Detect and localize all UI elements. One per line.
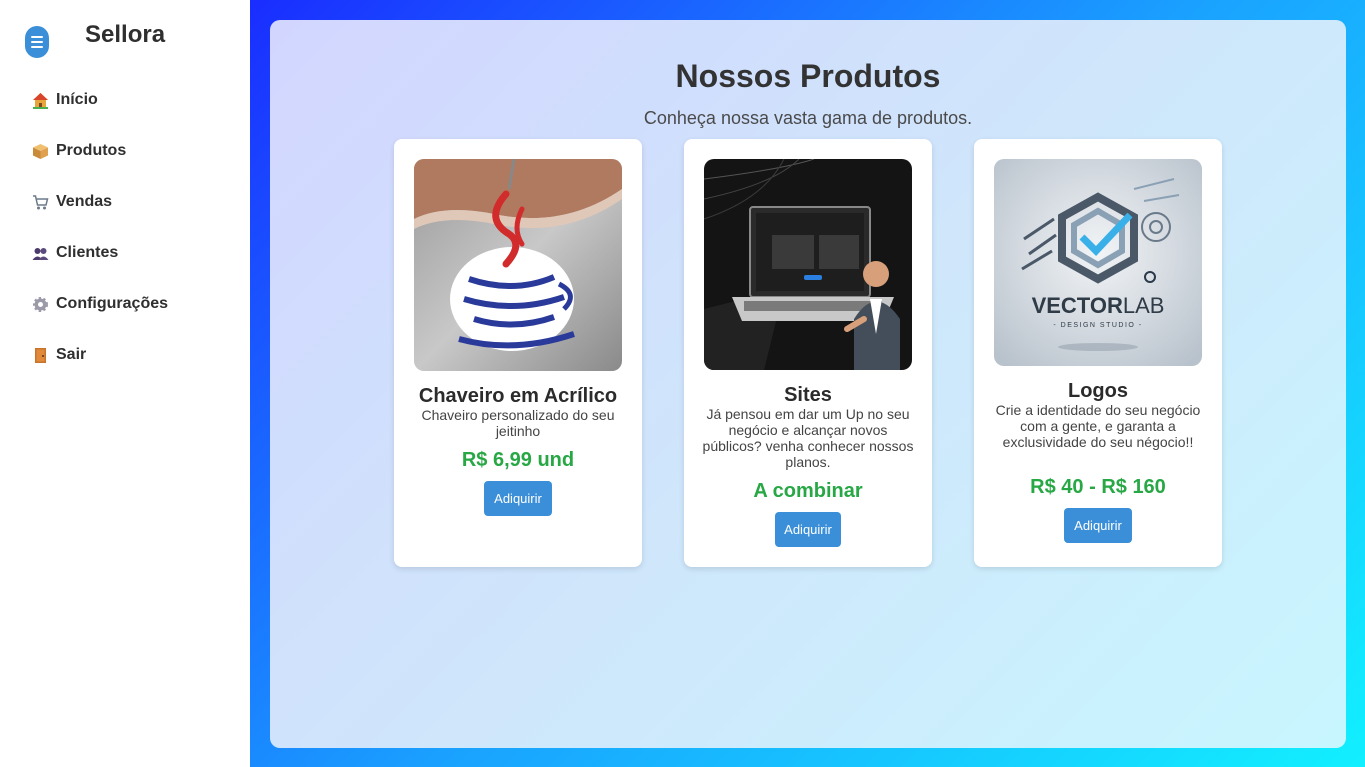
sidebar-item-sair[interactable]: Sair xyxy=(32,344,168,366)
buy-button-sites[interactable]: Adiquirir xyxy=(775,512,841,547)
users-icon xyxy=(32,245,49,262)
product-image-logos: VECTORLAB - DESIGN STUDIO - xyxy=(994,159,1202,366)
product-price: R$ 40 - R$ 160 xyxy=(1030,476,1166,498)
product-description: Já pensou em dar um Up no seu negócio e … xyxy=(702,406,914,470)
logo-brand-text: VECTORLAB xyxy=(1032,293,1165,318)
product-card-chaveiro: Chaveiro em Acrílico Chaveiro personaliz… xyxy=(394,139,642,567)
buy-button-logos[interactable]: Adiquirir xyxy=(1064,508,1132,543)
product-name: Chaveiro em Acrílico xyxy=(418,385,618,407)
buy-button-chaveiro[interactable]: Adiquirir xyxy=(484,481,552,516)
sidebar-item-clientes[interactable]: Clientes xyxy=(32,242,168,264)
product-image-chaveiro xyxy=(414,159,622,371)
product-name: Logos xyxy=(1068,380,1128,402)
menu-toggle-button[interactable] xyxy=(25,26,49,58)
sidebar-item-produtos[interactable]: Produtos xyxy=(32,140,168,162)
product-description: Chaveiro personalizado do seu jeitinho xyxy=(421,407,615,439)
sidebar-nav: Início Produtos Vendas Clientes Configur… xyxy=(32,89,168,395)
sidebar-item-label: Vendas xyxy=(56,193,113,210)
product-description: Crie a identidade do seu negócio com a g… xyxy=(995,402,1201,450)
hamburger-icon-bar xyxy=(31,46,43,48)
logo-tagline-text: - DESIGN STUDIO - xyxy=(1053,322,1142,329)
sidebar-item-label: Clientes xyxy=(56,244,119,261)
hamburger-icon-bar xyxy=(31,41,43,43)
cart-icon xyxy=(32,194,49,211)
gear-icon xyxy=(32,296,49,313)
page-subtitle: Conheça nossa vasta gama de produtos. xyxy=(643,108,973,128)
sidebar-item-configuracoes[interactable]: Configurações xyxy=(32,293,168,315)
sidebar: Sellora Início Produtos Vendas Clientes xyxy=(0,0,250,767)
product-price: R$ 6,99 und xyxy=(461,449,575,471)
product-card-sites: Sites Já pensou em dar um Up no seu negó… xyxy=(684,139,932,567)
product-image-sites xyxy=(704,159,912,370)
hamburger-icon xyxy=(31,36,43,38)
main-area: Nossos Produtos Conheça nossa vasta gama… xyxy=(250,0,1365,767)
page-title: Nossos Produtos xyxy=(675,58,941,94)
product-name: Sites xyxy=(784,384,832,406)
sidebar-item-label: Início xyxy=(56,91,98,108)
door-icon xyxy=(32,347,49,364)
sidebar-item-inicio[interactable]: Início xyxy=(32,89,168,111)
product-price: A combinar xyxy=(753,480,863,502)
house-icon xyxy=(32,92,49,109)
sidebar-item-vendas[interactable]: Vendas xyxy=(32,191,168,213)
package-icon xyxy=(32,143,49,160)
product-card-logos: VECTORLAB - DESIGN STUDIO - Logos Crie a… xyxy=(974,139,1222,567)
products-panel: Nossos Produtos Conheça nossa vasta gama… xyxy=(270,20,1346,748)
sidebar-item-label: Sair xyxy=(56,346,87,363)
sidebar-item-label: Configurações xyxy=(56,295,169,312)
sidebar-item-label: Produtos xyxy=(56,142,127,159)
brand-title: Sellora xyxy=(85,21,166,48)
